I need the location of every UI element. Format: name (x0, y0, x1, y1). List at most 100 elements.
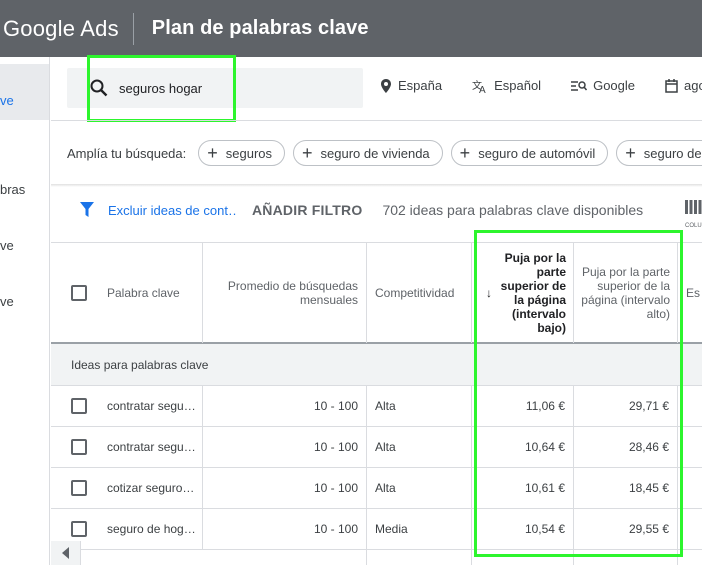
search-icon (90, 79, 108, 97)
language-filter[interactable]: 文A Español (472, 78, 541, 93)
cell-competition: Alta (367, 427, 472, 467)
cell-avg: 10 - 100 (203, 427, 367, 467)
row-checkbox-cell (51, 386, 91, 426)
cell-avg (203, 550, 367, 565)
cell-keyword: contratar segu… (91, 386, 203, 426)
add-filter-button[interactable]: AÑADIR FILTRO (252, 202, 362, 218)
table-row[interactable]: contratar segu… 10 - 100 Alta 11,06 € 29… (51, 386, 702, 427)
header-bid-high[interactable]: Puja por la parte superior de la página … (574, 243, 678, 343)
svg-text:A: A (479, 85, 486, 93)
calendar-icon (665, 78, 678, 93)
header-competition[interactable]: Competitividad (367, 243, 472, 343)
columns-icon (685, 200, 702, 214)
cell-next (678, 386, 702, 426)
date-label: ago (684, 78, 702, 93)
row-checkbox[interactable] (71, 398, 87, 414)
header-bid-high-label: Puja por la parte superior de la página … (581, 265, 670, 321)
cell-keyword: seguro de hog… (91, 509, 203, 549)
cell-next (678, 509, 702, 549)
section-shadow (51, 184, 702, 187)
keyword-search[interactable] (67, 68, 363, 108)
plus-icon: + (302, 143, 313, 163)
cell-competition: Alta (367, 386, 472, 426)
chip-seguro-de[interactable]: + seguro de (616, 140, 702, 166)
targeting-filters: España 文A Español Google ago (380, 78, 702, 93)
row-checkbox[interactable] (71, 521, 87, 537)
translate-icon: 文A (472, 79, 486, 93)
date-filter[interactable]: ago (665, 78, 702, 93)
table-header: Palabra clave Promedio de búsquedas mens… (51, 242, 702, 344)
cell-competition: Alta (367, 468, 472, 508)
search-network-icon (571, 80, 588, 91)
network-label: Google (593, 78, 635, 93)
columns-label: COLUMNAS (685, 223, 702, 229)
brand-ads: Ads (80, 15, 119, 41)
broaden-search: Amplía tu búsqueda: + seguros + seguro de … (67, 140, 702, 166)
filter-icon[interactable] (80, 202, 94, 218)
row-checkbox[interactable] (71, 480, 87, 496)
nav-item-4[interactable]: ve (0, 294, 14, 309)
header-checkbox-cell (51, 243, 91, 343)
header-avg-label: Promedio de búsquedas mensuales (227, 279, 358, 307)
table-row[interactable]: seguro de hog… 10 - 100 Media 10,54 € 29… (51, 509, 702, 550)
scroll-left-button[interactable] (51, 541, 81, 565)
row-checkbox-cell (51, 427, 91, 467)
chip-seguro-de-automovil[interactable]: + seguro de automóvil (450, 140, 609, 166)
nav-item-active[interactable]: ve (0, 64, 49, 120)
cell-bid-low: 10,64 € (472, 427, 574, 467)
sort-down-icon: ↓ (486, 286, 492, 300)
header-next[interactable]: Es (678, 243, 702, 343)
row-checkbox-cell (51, 468, 91, 508)
chip-seguro-de-vivienda[interactable]: + seguro de vivienda (293, 140, 443, 166)
table-row[interactable]: cotizar seguro… 10 - 100 Alta 10,61 € 18… (51, 468, 702, 509)
cell-avg: 10 - 100 (203, 386, 367, 426)
cell-bid-low: 11,06 € (472, 386, 574, 426)
plus-icon: + (207, 143, 218, 163)
columns-button[interactable]: COLUMNAS (685, 200, 702, 230)
cell-avg: 10 - 100 (203, 509, 367, 549)
cell-keyword: cotizar seguro… (91, 468, 203, 508)
cell-next (678, 468, 702, 508)
chip-seguros[interactable]: + seguros (198, 140, 286, 166)
cell-bid-high: 18,45 € (574, 468, 678, 508)
nav-item-2[interactable]: bras (0, 182, 25, 197)
chip-label: seguro de (643, 145, 702, 161)
appbar-divider (132, 12, 134, 45)
row-checkbox[interactable] (71, 439, 87, 455)
plus-icon: + (625, 143, 636, 163)
header-bid-low-label: Puja por la parte superior de la página … (500, 251, 566, 335)
app-bar: Google Ads Plan de palabras clave (0, 0, 702, 57)
network-filter[interactable]: Google (571, 78, 635, 93)
group-row: Ideas para palabras clave (51, 344, 702, 386)
chevron-left-icon (62, 547, 69, 559)
google-ads-logo[interactable]: Google Ads (3, 16, 119, 42)
page-title: Plan de palabras clave (151, 17, 369, 39)
cell-keyword: contratar segu… (91, 427, 203, 467)
location-label: España (398, 78, 443, 93)
cell-bid-low: 10,61 € (472, 468, 574, 508)
cell-next (678, 427, 702, 467)
left-nav: ve bras ve ve (0, 57, 50, 565)
cell-bid-high: 28,46 € (574, 427, 678, 467)
header-avg-searches[interactable]: Promedio de búsquedas mensuales (203, 243, 367, 343)
language-label: Español (494, 78, 542, 93)
cell-competition: Media (367, 509, 472, 549)
header-bid-low[interactable]: ↓ Puja por la parte superior de la págin… (472, 243, 574, 343)
broaden-label: Amplía tu búsqueda: (67, 145, 187, 161)
header-keyword[interactable]: Palabra clave (91, 243, 203, 343)
nav-item-3[interactable]: ve (0, 238, 14, 253)
cell-bid-high (574, 550, 678, 565)
brand-google: Google (3, 15, 76, 41)
table-row-partial[interactable] (51, 550, 702, 565)
cell-bid-low (472, 550, 574, 565)
cell-bid-high: 29,71 € (574, 386, 678, 426)
ideas-count: 702 ideas para palabras clave disponible… (382, 202, 644, 218)
search-input[interactable] (119, 78, 349, 98)
table-row[interactable]: contratar segu… 10 - 100 Alta 10,64 € 28… (51, 427, 702, 468)
filter-row: Excluir ideas de cont… AÑADIR FILTRO 702… (80, 202, 643, 218)
location-filter[interactable]: España (380, 78, 442, 93)
header-keyword-label: Palabra clave (107, 286, 180, 300)
header-next-label: Es (686, 286, 701, 300)
select-all-checkbox[interactable] (71, 285, 87, 301)
exclude-ideas-link[interactable]: Excluir ideas de cont… (108, 203, 238, 218)
